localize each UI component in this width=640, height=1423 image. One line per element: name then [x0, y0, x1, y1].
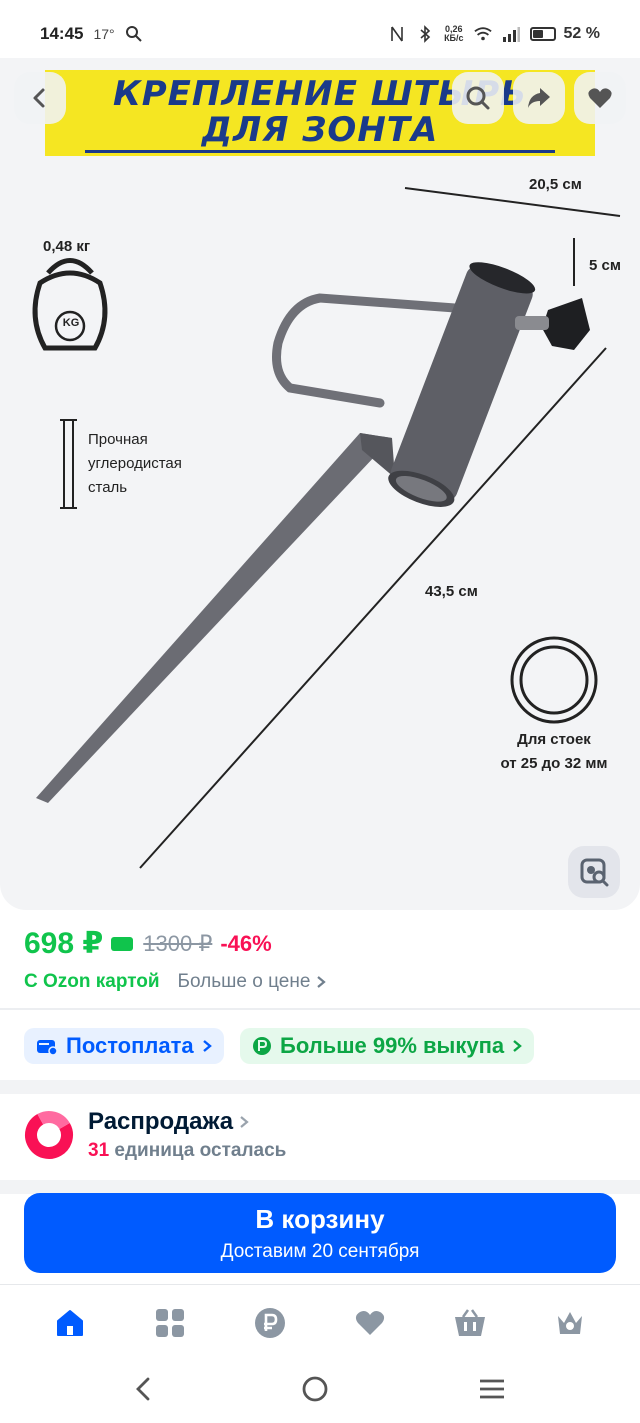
ozon-card-icon — [111, 936, 134, 951]
price-old: 1300 ₽ — [143, 930, 213, 956]
fit-line1: Для стоек — [517, 731, 591, 748]
basket-icon — [455, 1308, 485, 1336]
buyout-label: Больше 99% выкупа — [280, 1033, 505, 1058]
price-discount: -46% — [220, 930, 272, 956]
status-left: 14:45 17° — [40, 24, 143, 44]
postpay-label: Постоплата — [66, 1033, 194, 1058]
bluetooth-icon — [416, 25, 434, 43]
network-speed-unit: КБ/с — [444, 33, 464, 43]
dimension-width: 20,5 см — [529, 176, 582, 193]
nav-profile[interactable] — [540, 1293, 600, 1353]
home-circle-icon — [302, 1376, 328, 1402]
sale-logo-icon — [25, 1111, 73, 1159]
material-text: Прочная углеродистая сталь — [88, 428, 182, 500]
dimension-length: 43,5 см — [425, 583, 478, 600]
catalog-icon — [156, 1308, 184, 1337]
kettlebell-icon — [32, 258, 108, 351]
nav-cart[interactable] — [440, 1293, 500, 1353]
battery-fill — [532, 30, 543, 38]
status-time: 14:45 — [40, 24, 84, 43]
weight-label: 0,48 кг — [43, 238, 91, 255]
recents-icon — [479, 1379, 504, 1399]
material-line1: Прочная — [88, 431, 148, 448]
chevron-right-icon — [240, 1116, 249, 1128]
delivery-date-label: Доставим 20 сентября — [220, 1240, 420, 1262]
sale-title: Распродажа — [88, 1108, 234, 1135]
image-search-button[interactable] — [568, 846, 620, 898]
product-gallery[interactable]: КРЕПЛЕНИЕ ШТЫРЬ ДЛЯ ЗОНТА 20,5 см 5 см 4… — [0, 58, 640, 910]
heart-icon — [355, 1310, 385, 1335]
chevron-right-icon — [202, 1040, 212, 1052]
more-price-link[interactable]: Больше о цене — [178, 971, 327, 993]
status-right: 0,26 КБ/с 52 % — [388, 25, 600, 43]
back-arrow-icon — [136, 1377, 150, 1401]
chevron-right-icon — [513, 1040, 522, 1052]
network-speed: 0,26 КБ/с — [444, 25, 463, 43]
battery-indicator: 52 % — [529, 25, 600, 43]
bottom-navigation — [0, 1284, 640, 1360]
dimension-height: 5 см — [589, 257, 621, 274]
nav-ozon-bank[interactable] — [240, 1293, 300, 1353]
status-temperature: 17° — [93, 26, 115, 42]
price-current: 698 ₽ — [24, 927, 104, 960]
kettlebell-kg-text: KG — [62, 317, 80, 329]
add-to-cart-label: В корзину — [255, 1203, 385, 1234]
sale-remaining: 31 единица осталась — [88, 1140, 286, 1162]
chevron-right-icon — [317, 976, 327, 988]
fit-line2: от 25 до 32 мм — [500, 755, 608, 772]
signal-icon — [502, 25, 520, 43]
system-navigation — [0, 1360, 640, 1423]
add-to-cart-button[interactable]: В корзину Доставим 20 сентября — [24, 1193, 616, 1273]
sale-title-row: Распродажа — [88, 1108, 286, 1136]
material-line2: углеродистая — [88, 455, 182, 472]
wifi-icon — [473, 25, 492, 43]
nav-home[interactable] — [40, 1293, 100, 1353]
system-recents-button[interactable] — [477, 1377, 507, 1406]
sale-block[interactable]: Распродажа 31 единица осталась — [24, 1108, 286, 1162]
image-search-icon — [580, 858, 609, 887]
sale-count: 31 — [88, 1140, 110, 1161]
sale-text: Распродажа 31 единица осталась — [88, 1108, 286, 1162]
fit-text: Для стоек от 25 до 32 мм — [486, 728, 622, 776]
more-price-label: Больше о цене — [177, 971, 311, 992]
battery-icon — [529, 27, 556, 41]
system-back-button[interactable] — [133, 1376, 153, 1407]
nfc-icon — [388, 25, 406, 43]
section-divider — [0, 1080, 640, 1094]
ozon-card-label: С Ozon картой — [24, 971, 160, 992]
system-home-button[interactable] — [300, 1374, 330, 1409]
postpay-badge[interactable]: Постоплата — [24, 1028, 224, 1064]
buyout-badge[interactable]: Больше 99% выкупа — [240, 1028, 535, 1064]
crown-icon — [558, 1311, 582, 1334]
divider — [0, 1008, 640, 1010]
price-row: 698 ₽ 1300 ₽ -46% — [24, 926, 272, 961]
ruble-icon — [255, 1307, 285, 1338]
nav-catalog[interactable] — [140, 1293, 200, 1353]
material-line3: сталь — [88, 479, 128, 496]
section-divider — [0, 1180, 640, 1194]
wallet-icon — [37, 1040, 58, 1055]
ruble-circle-icon — [253, 1037, 271, 1055]
search-icon — [125, 25, 143, 43]
nav-favorites[interactable] — [340, 1293, 400, 1353]
ozon-card-row: С Ozon картой Больше о цене — [24, 971, 327, 993]
home-icon — [57, 1309, 83, 1336]
sale-remaining-label: единица осталась — [114, 1140, 287, 1161]
battery-percent: 52 % — [563, 25, 600, 42]
